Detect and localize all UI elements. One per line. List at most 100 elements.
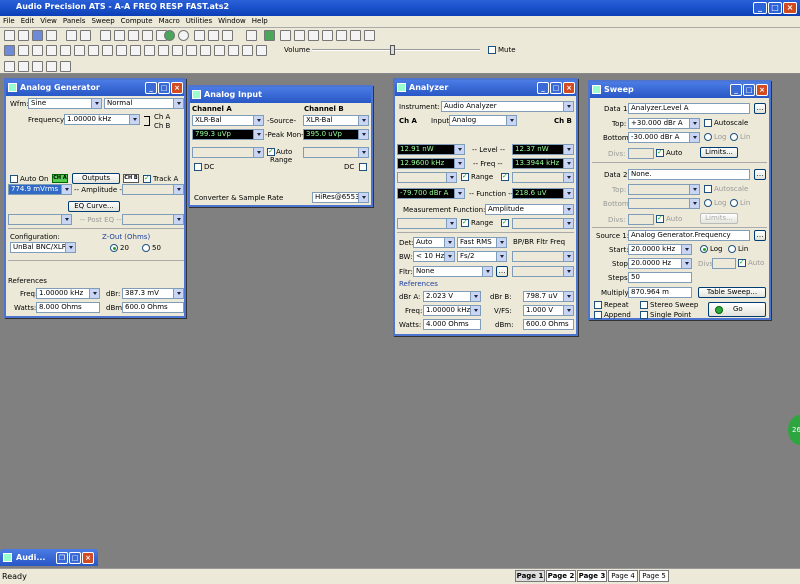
range2-b-select[interactable] (512, 218, 574, 229)
menu-utilities[interactable]: Utilities (183, 16, 215, 26)
menu-macro[interactable]: Macro (156, 16, 183, 26)
amplitude-b-input[interactable] (122, 184, 184, 195)
source1-input[interactable]: Analog Generator.Frequency (628, 230, 750, 241)
graph-icon[interactable] (208, 30, 219, 41)
run-icon[interactable] (164, 30, 175, 41)
graph-5-icon[interactable] (60, 61, 71, 72)
source-auto-checkbox[interactable] (738, 258, 746, 267)
menu-panels[interactable]: Panels (60, 16, 89, 26)
panel-maximize-button[interactable]: □ (158, 82, 170, 94)
repeat-checkbox[interactable] (594, 301, 602, 309)
menu-sweep[interactable]: Sweep (88, 16, 117, 26)
dbr-input[interactable]: 387.3 mV (122, 288, 184, 299)
graph-4-icon[interactable] (46, 61, 57, 72)
bw-mode-select[interactable]: Fs/2 (457, 251, 507, 262)
bar-icon[interactable] (116, 45, 127, 56)
stop-circle-icon[interactable] (178, 30, 189, 41)
graph-2-icon[interactable] (18, 61, 29, 72)
minimized-panel[interactable]: Audi... ❐ □ × (0, 549, 98, 566)
watch-icon[interactable] (336, 30, 347, 41)
top-input[interactable]: +30.000 dBr A (628, 118, 700, 129)
ref-freq-input[interactable]: 1.00000 kHz (36, 288, 100, 299)
macro-icon[interactable] (322, 30, 333, 41)
open-icon[interactable] (18, 30, 29, 41)
single-point-checkbox[interactable] (640, 311, 648, 319)
limit-icon[interactable] (158, 45, 169, 56)
menu-compute[interactable]: Compute (118, 16, 156, 26)
close-button[interactable]: × (783, 2, 797, 14)
source-log-radio[interactable] (700, 245, 708, 253)
eq-curve-button[interactable]: EQ Curve... (68, 201, 120, 212)
side-indicator-badge[interactable]: 26 (788, 415, 800, 445)
panel-maximize-button[interactable]: □ (550, 82, 562, 94)
page-tab-1[interactable]: Page 1 (515, 570, 545, 582)
instrument-select[interactable]: Audio Analyzer (441, 101, 574, 112)
autoscale-checkbox[interactable] (704, 119, 712, 127)
breakpoint-icon[interactable] (350, 30, 361, 41)
mute-checkbox[interactable] (488, 46, 496, 54)
freq-a-readout[interactable]: 12.9600 kHz (397, 158, 465, 169)
divs-input[interactable] (628, 148, 654, 159)
limits2-button[interactable]: Limits... (700, 213, 738, 224)
menu-view[interactable]: View (37, 16, 60, 26)
minimize-button[interactable]: _ (753, 2, 767, 14)
stop-input[interactable]: 20.0000 Hz (628, 258, 692, 269)
cut-icon[interactable] (114, 30, 125, 41)
page-tab-2[interactable]: Page 2 (546, 570, 576, 582)
close-button[interactable]: × (82, 552, 94, 564)
menu-edit[interactable]: Edit (18, 16, 38, 26)
bp-br-filter-b[interactable] (512, 266, 574, 277)
freq-b-readout[interactable]: 13.3944 kHz (512, 158, 574, 169)
waveform-select[interactable]: Sine (28, 98, 102, 109)
data1-input[interactable]: Analyzer.Level A (628, 103, 750, 114)
waveform-mode-select[interactable]: Normal (104, 98, 184, 109)
graph-3-icon[interactable] (32, 61, 43, 72)
watts-input[interactable]: 8.000 Ohms (36, 302, 100, 313)
data2-input[interactable]: None. (628, 169, 750, 180)
check-icon[interactable] (130, 45, 141, 56)
post-eq-b-input[interactable] (122, 214, 184, 225)
sweep-icon[interactable] (32, 45, 43, 56)
dbr-a-input[interactable]: 2.023 V (423, 291, 481, 302)
panel-minimize-button[interactable]: _ (730, 84, 742, 96)
level-a-readout[interactable]: 12.91 nW (397, 144, 465, 155)
configuration-select[interactable]: UnBal BNC/XLR (10, 242, 76, 253)
panel-minimize-button[interactable]: _ (537, 82, 549, 94)
go-button[interactable]: Go (708, 302, 766, 317)
amplitude-input[interactable]: 774.9 mVrms (8, 184, 72, 195)
panel-icon[interactable] (194, 30, 205, 41)
restore-button[interactable]: ❐ (56, 552, 68, 564)
compute-icon[interactable] (246, 30, 257, 41)
lin2-radio[interactable] (730, 199, 738, 207)
list-icon[interactable] (228, 45, 239, 56)
bp-br-filter-a[interactable] (512, 251, 574, 262)
sweep-titlebar[interactable]: Sweep _ □ × (590, 82, 769, 98)
watts-input[interactable]: 4.000 Ohms (423, 319, 481, 330)
measurement-function-select[interactable]: Amplitude (485, 204, 574, 215)
panel-close-button[interactable]: × (171, 82, 183, 94)
filter-more-button[interactable]: … (496, 266, 508, 277)
analyzer-icon[interactable] (18, 45, 29, 56)
page-tab-4[interactable]: Page 4 (608, 570, 638, 582)
menu-file[interactable]: File (0, 16, 18, 26)
auto-checkbox[interactable] (656, 148, 664, 157)
analog-generator-titlebar[interactable]: Analog Generator _ □ × (6, 80, 184, 96)
range-checkbox[interactable] (461, 172, 469, 181)
volume-slider[interactable] (312, 49, 480, 51)
log2-radio[interactable] (704, 199, 712, 207)
maximize-button[interactable]: □ (768, 2, 782, 14)
range2-checkbox[interactable] (461, 218, 469, 227)
paste-icon[interactable] (142, 30, 153, 41)
z-out-50-radio[interactable] (142, 244, 150, 252)
panel-close-button[interactable]: × (756, 84, 768, 96)
range-b-select[interactable] (512, 172, 574, 183)
import-icon[interactable] (200, 45, 211, 56)
vfs-input[interactable]: 1.000 V (523, 305, 574, 316)
filter-icon[interactable] (74, 45, 85, 56)
range2-b-checkbox[interactable] (501, 218, 509, 227)
function-a-readout[interactable]: -79.700 dBr A (397, 188, 465, 199)
frequency-input[interactable]: 1.00000 kHz (64, 114, 140, 125)
analyzer-titlebar[interactable]: Analyzer _ □ × (395, 80, 576, 96)
source-a-select[interactable]: XLR-Bal (192, 115, 264, 126)
bargraph-icon[interactable] (172, 45, 183, 56)
